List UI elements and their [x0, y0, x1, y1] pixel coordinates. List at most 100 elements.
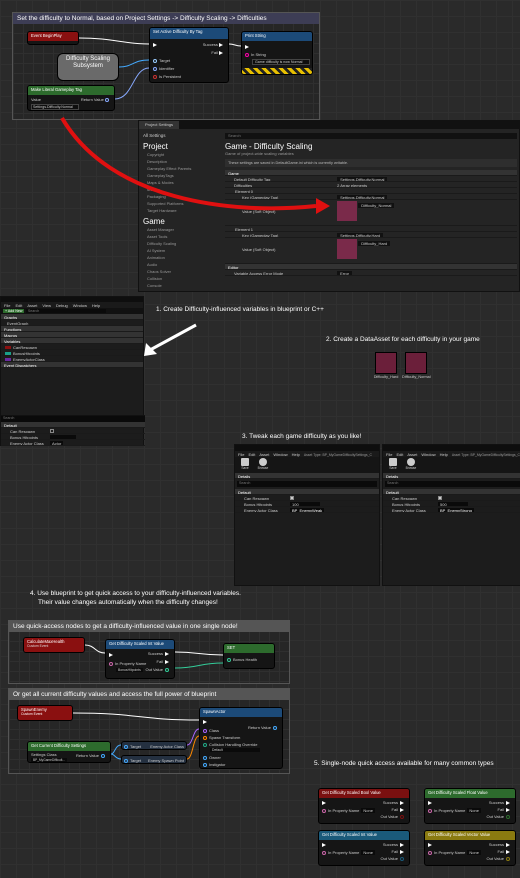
single-node-pin[interactable]: Fail — [392, 807, 406, 812]
single-node[interactable]: Get Difficulty Scaled Vector Value Succes… — [424, 830, 516, 866]
single-node-in-property[interactable]: In Property Name None — [428, 850, 481, 855]
project-link[interactable]: Supported Platforms — [147, 200, 213, 207]
tweak-search[interactable]: Search — [237, 481, 377, 487]
tweak-menu-item[interactable]: Help — [440, 452, 448, 457]
spawn-actor-node[interactable]: SpawnActor Return Value Class Spawn Tran… — [199, 707, 283, 769]
browse-button[interactable]: Browse — [404, 458, 418, 470]
project-link[interactable]: GameplayTags — [147, 172, 213, 179]
single-node-pin[interactable]: Out Value — [487, 814, 513, 819]
exec-out-icon[interactable] — [506, 849, 510, 854]
single-node-exec-in-icon[interactable] — [322, 843, 326, 847]
single-node-exec-in-icon[interactable] — [322, 801, 326, 805]
in-property-value[interactable]: None — [361, 808, 375, 813]
single-node-in-property[interactable]: In Property Name None — [428, 808, 481, 813]
sa-collision-icon[interactable] — [203, 742, 207, 747]
editor-row-value[interactable]: Error — [337, 271, 353, 275]
sp-target-icon[interactable] — [124, 758, 128, 763]
value1-asset-dropdown[interactable]: Difficulty_Hard — [358, 241, 391, 246]
print-string-node[interactable]: Print String In String Game difficulty i… — [241, 31, 313, 75]
single-node-pin[interactable]: Out Value — [381, 856, 407, 861]
in-property-pin-icon[interactable] — [322, 808, 326, 813]
tweak-menu-item[interactable]: File — [386, 452, 392, 457]
sa-instigator-icon[interactable] — [203, 762, 207, 767]
gsi-fail-icon[interactable] — [165, 659, 169, 664]
canrespawn-checkbox[interactable] — [50, 429, 54, 433]
sa-transform-icon[interactable] — [203, 735, 207, 740]
single-node-pin[interactable]: Fail — [498, 849, 512, 854]
exec-out-icon[interactable] — [400, 800, 404, 805]
game-link[interactable]: Chaos Solver — [147, 268, 213, 275]
browse-button[interactable]: Browse — [256, 458, 270, 470]
single-node-pin[interactable]: Out Value — [381, 814, 407, 819]
calc-health-event-node[interactable]: CalculateMaxHealth Custom Event — [23, 637, 85, 653]
game-link[interactable]: Asset Manager — [147, 226, 213, 233]
event-beginplay-node[interactable]: Event BeginPlay — [27, 31, 79, 45]
single-node[interactable]: Get Difficulty Scaled Int Value Success Fa… — [318, 830, 410, 866]
single-node-in-property[interactable]: In Property Name None — [322, 850, 375, 855]
tweak-menu-item[interactable]: Window — [273, 452, 287, 457]
return-value-pin-icon[interactable] — [105, 97, 109, 102]
exec-success-icon[interactable] — [219, 42, 223, 47]
out-value-pin-icon[interactable] — [506, 814, 510, 819]
in-property-value[interactable]: None — [361, 850, 375, 855]
get-current-settings-node[interactable]: Get Current Difficulty Settings Settings… — [27, 741, 111, 763]
enemy-class-dropdown[interactable]: BP_EnemyWeak — [290, 508, 325, 512]
single-node[interactable]: Get Difficulty Scaled Float Value Success… — [424, 788, 516, 824]
save-button[interactable]: Save — [238, 458, 252, 470]
game-link[interactable]: Audio — [147, 261, 213, 268]
exec-out-icon[interactable] — [400, 807, 404, 812]
target-pin-icon[interactable] — [153, 58, 157, 63]
single-node-pin[interactable]: Fail — [392, 849, 406, 854]
out-value-pin-icon[interactable] — [400, 814, 404, 819]
sa-return-icon[interactable] — [273, 725, 277, 730]
in-string-pin-icon[interactable] — [245, 52, 249, 57]
exec-out-icon[interactable] — [400, 842, 404, 847]
persistent-pin-icon[interactable] — [153, 74, 157, 79]
data-asset-normal[interactable]: Difficulty_Normal — [402, 352, 431, 386]
gsi-property-pin-icon[interactable] — [109, 661, 113, 666]
exec-out-icon[interactable] — [506, 800, 510, 805]
data-asset-hard[interactable]: Difficulty_Hard — [372, 352, 400, 386]
get-enemy-class-node[interactable]: Target Enemy Actor Class — [121, 741, 187, 750]
project-link[interactable]: Movies — [147, 186, 213, 193]
project-link[interactable]: Copyright — [147, 151, 213, 158]
in-property-pin-icon[interactable] — [428, 850, 432, 855]
tweak-menu-item[interactable]: Asset — [259, 452, 269, 457]
game-link[interactable]: Difficulty Scaling — [147, 240, 213, 247]
sa-exec-in-icon[interactable] — [203, 719, 207, 724]
single-node-pin[interactable]: Success — [489, 842, 512, 847]
ec-target-icon[interactable] — [124, 744, 128, 749]
tweak-menu-item[interactable]: Window — [421, 452, 435, 457]
project-link[interactable]: Gameplay Effect Parents — [147, 165, 213, 172]
sa-collision-value[interactable]: Default — [210, 748, 260, 752]
spawn-enemy-event-node[interactable]: SpawnEnemy Custom Event — [17, 705, 73, 721]
game-link[interactable]: AI System — [147, 247, 213, 254]
settings-class-value[interactable]: BP_MyGameDifficult... — [31, 758, 68, 762]
value0-asset-dropdown[interactable]: Difficulty_Normal — [358, 203, 395, 208]
single-node[interactable]: Get Difficulty Scaled Bool Value Success F… — [318, 788, 410, 824]
tweak-menu-item[interactable]: Edit — [396, 452, 403, 457]
single-node-in-property[interactable]: In Property Name None — [322, 808, 375, 813]
tweak-menu-item[interactable]: Edit — [248, 452, 255, 457]
set-bonus-health-node[interactable]: SET Bonus Health — [223, 643, 275, 669]
tweak-menu-item[interactable]: Asset — [407, 452, 417, 457]
single-node-pin[interactable]: Fail — [498, 807, 512, 812]
game-link[interactable]: Collision — [147, 275, 213, 282]
project-link[interactable]: Target Hardware — [147, 207, 213, 214]
sa-owner-icon[interactable] — [203, 755, 207, 760]
hitpoints-field[interactable] — [50, 435, 76, 439]
project-link[interactable]: Packaging — [147, 193, 213, 200]
in-property-pin-icon[interactable] — [322, 850, 326, 855]
tweak-search[interactable]: Search — [385, 481, 520, 487]
exec-in-icon[interactable] — [153, 42, 157, 47]
tweak-menu-item[interactable]: File — [238, 452, 244, 457]
exec-fail-icon[interactable] — [219, 50, 223, 55]
enemyclass-dropdown[interactable]: Actor — [50, 441, 64, 445]
single-node-pin[interactable]: Success — [489, 800, 512, 805]
print-exec-in-icon[interactable] — [245, 44, 249, 49]
exec-out-icon[interactable] — [506, 807, 510, 812]
make-literal-tag-node[interactable]: Make Literal Gameplay Tag Value Return V… — [27, 85, 115, 111]
enemy-class-dropdown[interactable]: BP_EnemyStrong — [438, 508, 474, 512]
save-button[interactable]: Save — [386, 458, 400, 470]
tweak-details-tab[interactable]: Details — [235, 473, 379, 479]
